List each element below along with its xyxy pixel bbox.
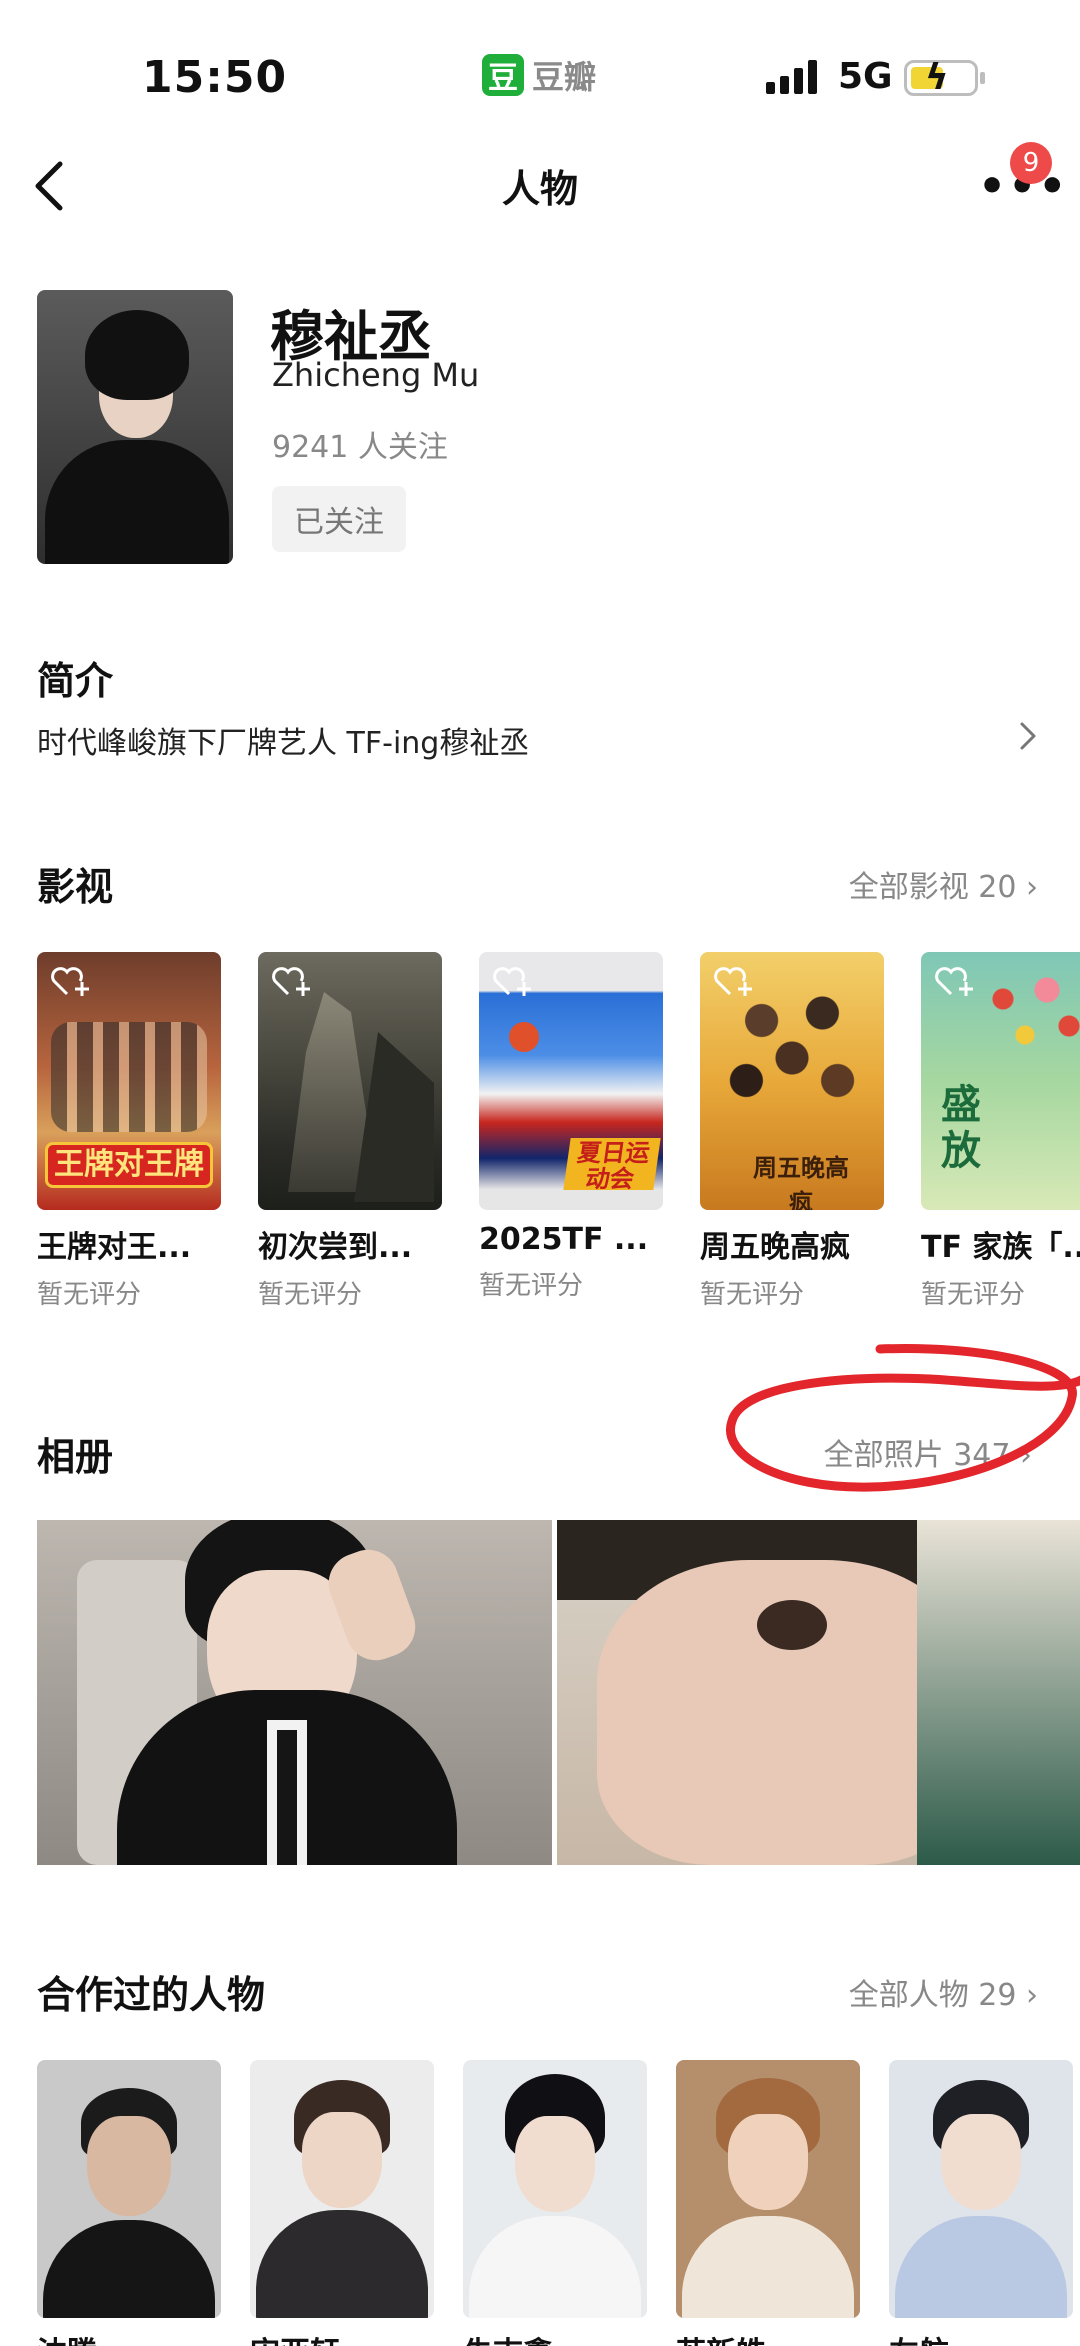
- collaborator-photo: [37, 2060, 221, 2318]
- all-works-label: 全部影视 20: [848, 870, 1017, 905]
- nav-bar: 人物 ••• 9: [0, 142, 1080, 226]
- poster-title-text: 夏日运动会: [563, 1138, 661, 1193]
- signal-icon: [766, 60, 817, 94]
- collaborator-card[interactable]: 左航: [889, 2060, 1073, 2346]
- work-card[interactable]: 周五晚高疯 周五晚高疯 暂无评分: [700, 952, 884, 1311]
- work-poster: 夏日运动会: [479, 952, 663, 1210]
- intro-text[interactable]: 时代峰峻旗下厂牌艺人 TF-ing穆祉丞: [37, 718, 529, 762]
- intro-title: 简介: [37, 659, 114, 703]
- work-card[interactable]: 初次尝到... 暂无评分: [258, 952, 442, 1311]
- collaborator-card[interactable]: 苏新皓: [676, 2060, 860, 2346]
- work-title: 初次尝到...: [258, 1230, 413, 1265]
- heart-add-icon[interactable]: [933, 964, 977, 1000]
- person-english-name: Zhicheng Mu: [272, 356, 480, 394]
- app-indicator: 豆 豆瓣: [482, 52, 596, 98]
- collaborator-name: 宋亚轩: [250, 2328, 434, 2346]
- work-rating: 暂无评分: [37, 1280, 142, 1310]
- album-photo[interactable]: [557, 1520, 1080, 1865]
- collaborator-photo: [463, 2060, 647, 2318]
- photo-strip[interactable]: [37, 1520, 1080, 1865]
- work-title: TF 家族「...: [921, 1230, 1080, 1265]
- chevron-right-icon[interactable]: [1016, 716, 1040, 756]
- collaborator-name: 朱志鑫: [463, 2328, 647, 2346]
- work-poster: 盛放: [921, 952, 1080, 1210]
- collaborator-card[interactable]: 宋亚轩: [250, 2060, 434, 2346]
- collaborator-name: 苏新皓: [676, 2328, 860, 2346]
- heart-add-icon[interactable]: [270, 964, 314, 1000]
- douban-app-icon: 豆: [482, 54, 524, 96]
- collaborator-photo: [250, 2060, 434, 2318]
- collaborator-name: 沈腾: [37, 2328, 221, 2346]
- work-rating: 暂无评分: [921, 1280, 1026, 1310]
- all-collaborators-label: 全部人物 29: [848, 1978, 1017, 2013]
- page-title: 人物: [501, 167, 578, 211]
- all-collaborators-link[interactable]: 全部人物 29 ›: [849, 1970, 1038, 2014]
- collaborator-photo: [676, 2060, 860, 2318]
- heart-add-icon[interactable]: [49, 964, 93, 1000]
- status-time: 15:50: [142, 52, 288, 103]
- work-card[interactable]: 盛放 TF 家族「... 暂无评分: [921, 952, 1080, 1311]
- work-rating: 暂无评分: [258, 1280, 363, 1310]
- work-poster: 王牌对王牌: [37, 952, 221, 1210]
- battery-icon: ϟ: [904, 58, 985, 98]
- notification-badge[interactable]: 9: [1010, 142, 1052, 184]
- work-title: 2025TF ...: [479, 1222, 649, 1257]
- works-carousel[interactable]: 王牌对王牌 王牌对王... 暂无评分 初次尝到... 暂无评分 夏日运动会 20…: [0, 952, 1080, 1322]
- collaborators-title: 合作过的人物: [37, 1973, 266, 2017]
- work-rating: 暂无评分: [700, 1280, 805, 1310]
- work-poster: [258, 952, 442, 1210]
- poster-title-text: 王牌对王牌: [45, 1142, 213, 1188]
- collaborator-name: 左航: [889, 2328, 1073, 2346]
- status-bar: 15:50 豆 豆瓣 5G ϟ: [0, 0, 1080, 150]
- all-works-link[interactable]: 全部影视 20 ›: [849, 862, 1038, 906]
- heart-add-icon[interactable]: [491, 964, 535, 1000]
- works-title: 影视: [37, 865, 114, 909]
- work-title: 王牌对王...: [37, 1230, 192, 1265]
- follow-button[interactable]: 已关注: [272, 486, 406, 552]
- all-photos-label: 全部照片 347: [823, 1438, 1011, 1473]
- profile-photo[interactable]: [37, 290, 233, 564]
- work-title: 周五晚高疯: [700, 1230, 850, 1265]
- collaborator-card[interactable]: 朱志鑫: [463, 2060, 647, 2346]
- poster-title-text: 盛放: [941, 1082, 981, 1174]
- heart-add-icon[interactable]: [712, 964, 756, 1000]
- work-poster: 周五晚高疯: [700, 952, 884, 1210]
- follower-count: 9241 人关注: [272, 430, 448, 465]
- all-photos-link[interactable]: 全部照片 347 ›: [824, 1430, 1032, 1474]
- app-name: 豆瓣: [532, 58, 597, 96]
- collaborators-carousel[interactable]: 沈腾 宋亚轩 朱志鑫 苏新皓 左航: [0, 2060, 1080, 2346]
- poster-title-text: 周五晚高疯: [753, 1154, 849, 1210]
- collaborator-photo: [889, 2060, 1073, 2318]
- album-photo[interactable]: [37, 1520, 552, 1865]
- collaborator-card[interactable]: 沈腾: [37, 2060, 221, 2346]
- album-title: 相册: [37, 1435, 114, 1479]
- work-card[interactable]: 王牌对王牌 王牌对王... 暂无评分: [37, 952, 221, 1311]
- work-rating: 暂无评分: [479, 1271, 584, 1301]
- network-type: 5G: [838, 56, 893, 97]
- work-card[interactable]: 夏日运动会 2025TF ... 暂无评分: [479, 952, 663, 1302]
